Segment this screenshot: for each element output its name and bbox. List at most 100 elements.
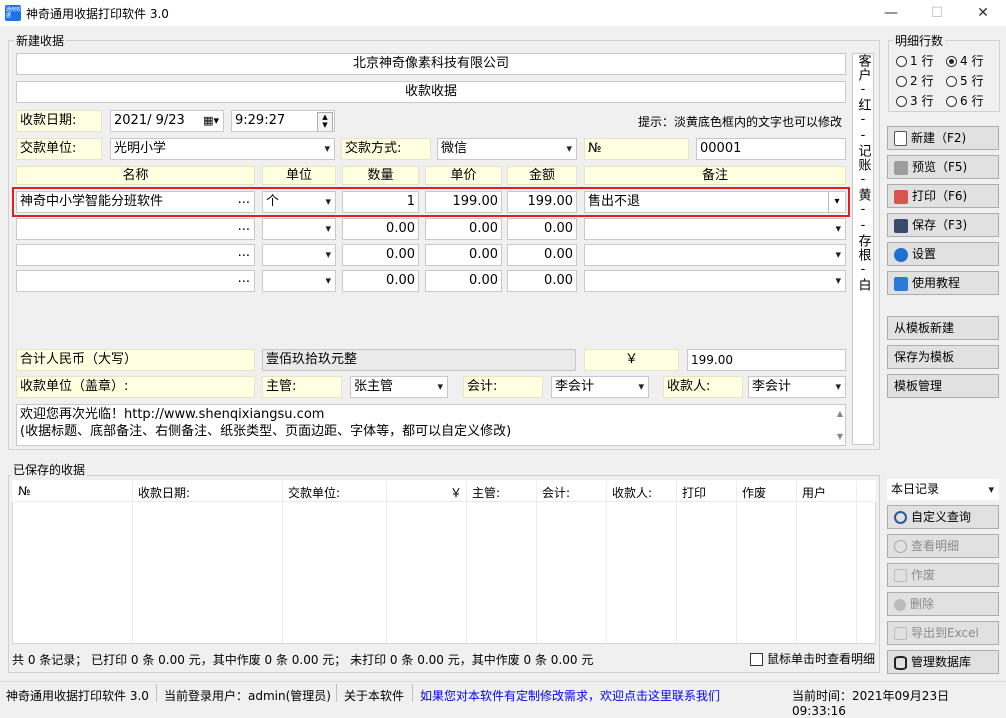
saved-col-cashier[interactable]: 收款人: xyxy=(612,484,652,501)
receipt-title-field[interactable]: 收款收据 xyxy=(16,81,846,103)
saved-col-amount[interactable]: ￥ xyxy=(450,484,462,501)
col-divider xyxy=(466,481,467,643)
item-unit-select[interactable] xyxy=(262,244,336,266)
item-unit-select[interactable]: 个 xyxy=(262,191,336,213)
item-amount-field[interactable]: 0.00 xyxy=(507,244,577,266)
more-button[interactable]: ... xyxy=(238,192,250,210)
payment-method-label[interactable]: 交款方式: xyxy=(341,138,431,160)
manager-select[interactable]: 张主管 xyxy=(350,376,448,398)
item-note-select[interactable]: 售出不退 ▾ xyxy=(584,191,846,213)
col-divider xyxy=(796,481,797,643)
maximize-button[interactable]: ☐ xyxy=(914,0,960,26)
more-button[interactable]: ... xyxy=(238,271,250,289)
settings-button[interactable]: 设置 xyxy=(887,242,999,266)
side-note-panel[interactable]: 客户-红--记账-黄--存根-白 xyxy=(852,53,874,445)
item-amount-field[interactable]: 199.00 xyxy=(507,191,577,213)
rows-option-5[interactable]: 5 行 xyxy=(946,72,983,89)
delete-button[interactable]: 删除 xyxy=(887,592,999,616)
view-detail-button[interactable]: 查看明细 xyxy=(887,534,999,558)
checkbox-icon[interactable] xyxy=(750,653,763,666)
item-qty-field[interactable]: 0.00 xyxy=(342,270,419,292)
save-button[interactable]: 保存（F3) xyxy=(887,213,999,237)
footer-remark-textarea[interactable]: 欢迎您再次光临！http://www.shenqixiangsu.com (收据… xyxy=(16,404,846,446)
void-button[interactable]: 作废 xyxy=(887,563,999,587)
more-button[interactable]: ... xyxy=(238,245,250,263)
scroll-up-icon[interactable]: ▲ xyxy=(837,405,843,422)
item-qty-field[interactable]: 1 xyxy=(342,191,419,213)
manager-label[interactable]: 主管: xyxy=(262,376,342,398)
record-filter-select[interactable]: 本日记录 xyxy=(887,479,999,500)
minimize-button[interactable]: — xyxy=(868,0,914,26)
cashier-label[interactable]: 收款人: xyxy=(663,376,743,398)
item-amount-field[interactable]: 0.00 xyxy=(507,218,577,240)
payer-select[interactable]: 光明小学 xyxy=(110,138,335,160)
payment-method-select[interactable]: 微信 xyxy=(437,138,577,160)
item-amount-field[interactable]: 0.00 xyxy=(507,270,577,292)
item-name-field[interactable]: 神奇中小学智能分班软件... xyxy=(16,191,255,213)
saved-col-user[interactable]: 用户 xyxy=(802,484,826,501)
item-price-field[interactable]: 0.00 xyxy=(425,270,502,292)
rows-option-4[interactable]: 4 行 xyxy=(946,52,983,69)
time-spinner-icon[interactable]: ▲ ▼ xyxy=(317,112,333,131)
rows-option-2[interactable]: 2 行 xyxy=(896,72,933,89)
number-label[interactable]: № xyxy=(584,138,689,160)
saved-col-date[interactable]: 收款日期: xyxy=(138,484,190,501)
about-link[interactable]: 关于本软件 xyxy=(344,687,404,704)
payer-label[interactable]: 交款单位: xyxy=(16,138,102,160)
saved-col-printed[interactable]: 打印 xyxy=(682,484,706,501)
manage-database-button[interactable]: 管理数据库 xyxy=(887,650,999,674)
accountant-label[interactable]: 会计: xyxy=(463,376,543,398)
close-button[interactable]: ✕ xyxy=(960,0,1006,26)
total-label[interactable]: 合计人民币（大写） xyxy=(16,349,255,371)
saved-col-no[interactable]: № xyxy=(18,484,30,498)
item-name-field[interactable]: ... xyxy=(16,218,255,240)
rows-option-3[interactable]: 3 行 xyxy=(896,92,933,109)
export-excel-button[interactable]: 导出到Excel xyxy=(887,621,999,645)
item-unit-select[interactable] xyxy=(262,270,336,292)
print-button[interactable]: 打印（F6) xyxy=(887,184,999,208)
rows-option-1[interactable]: 1 行 xyxy=(896,52,933,69)
item-price-field[interactable]: 0.00 xyxy=(425,218,502,240)
saved-col-payer[interactable]: 交款单位: xyxy=(288,484,340,501)
col-divider xyxy=(132,481,133,643)
item-name-field[interactable]: ... xyxy=(16,270,255,292)
time-picker[interactable]: 9:29:27 ▲ ▼ xyxy=(231,110,335,132)
custom-query-button[interactable]: 自定义查询 xyxy=(887,505,999,529)
saved-receipts-table[interactable] xyxy=(12,480,876,644)
item-unit-select[interactable] xyxy=(262,218,336,240)
more-button[interactable]: ... xyxy=(238,219,250,237)
number-field[interactable]: 00001 xyxy=(696,138,846,160)
rows-option-6[interactable]: 6 行 xyxy=(946,92,983,109)
template-manage-button[interactable]: 模板管理 xyxy=(887,374,999,398)
new-from-template-button[interactable]: 从模板新建 xyxy=(887,316,999,340)
date-picker[interactable]: 2021/ 9/23 ▦▾ xyxy=(110,110,224,132)
item-qty-field[interactable]: 0.00 xyxy=(342,244,419,266)
item-price-field[interactable]: 0.00 xyxy=(425,244,502,266)
cashier-select[interactable]: 李会计 xyxy=(748,376,846,398)
yen-label[interactable]: ￥ xyxy=(584,349,679,371)
tutorial-button[interactable]: 使用教程 xyxy=(887,271,999,295)
company-name-field[interactable]: 北京神奇像素科技有限公司 xyxy=(16,53,846,75)
save-as-template-button[interactable]: 保存为模板 xyxy=(887,345,999,369)
scroll-down-icon[interactable]: ▼ xyxy=(837,428,843,445)
seal-label[interactable]: 收款单位（盖章）: xyxy=(16,376,255,398)
saved-col-void[interactable]: 作废 xyxy=(742,484,766,501)
saved-col-manager[interactable]: 主管: xyxy=(472,484,500,501)
item-note-select[interactable] xyxy=(584,244,846,266)
date-label[interactable]: 收款日期: xyxy=(16,110,102,132)
contact-link[interactable]: 如果您对本软件有定制修改需求，欢迎点击这里联系我们 xyxy=(420,687,720,704)
preview-button[interactable]: 预览（F5) xyxy=(887,155,999,179)
item-qty-field[interactable]: 0.00 xyxy=(342,218,419,240)
item-name-field[interactable]: ... xyxy=(16,244,255,266)
accountant-select[interactable]: 李会计 xyxy=(551,376,649,398)
total-amount-field: 199.00 xyxy=(687,349,846,371)
saved-col-accountant[interactable]: 会计: xyxy=(542,484,570,501)
col-qty: 数量 xyxy=(342,166,419,185)
item-note-select[interactable] xyxy=(584,218,846,240)
item-note-select[interactable] xyxy=(584,270,846,292)
calendar-icon[interactable]: ▦▾ xyxy=(203,111,219,131)
dropdown-button[interactable]: ▾ xyxy=(828,192,845,212)
new-button[interactable]: 新建（F2) xyxy=(887,126,999,150)
item-price-field[interactable]: 199.00 xyxy=(425,191,502,213)
click-detail-checkbox[interactable]: 鼠标单击时查看明细 xyxy=(750,650,875,667)
